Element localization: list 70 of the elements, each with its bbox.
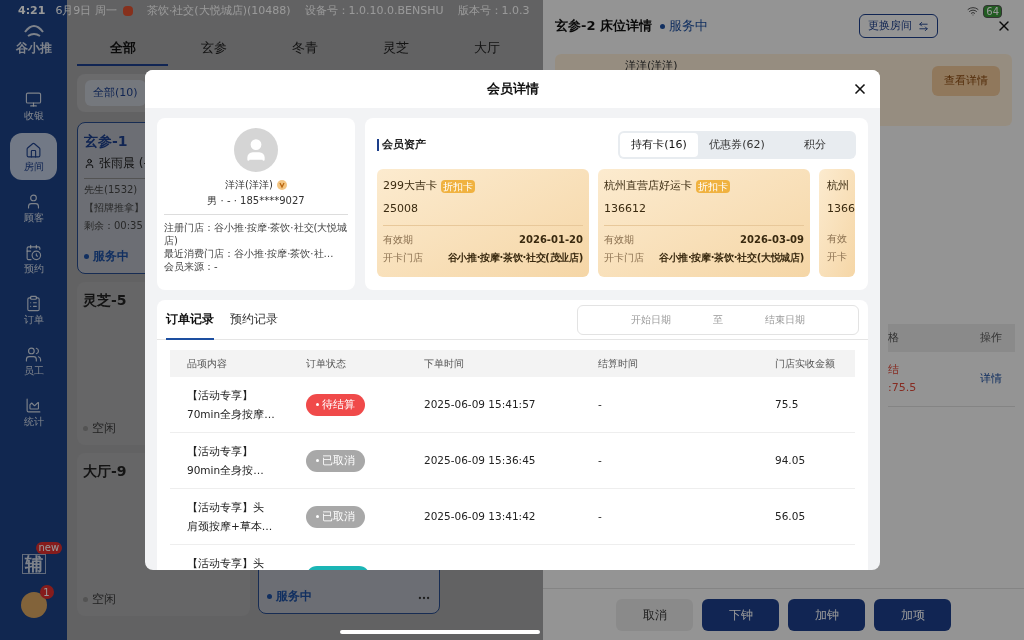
status-badge: 已取消: [306, 505, 365, 528]
order-time: 2025-06-09 13:41:42: [424, 508, 537, 524]
member-info: 男 · - · 185****9027: [207, 194, 305, 208]
settle-time: -: [598, 508, 603, 524]
settle-time: -: [598, 396, 603, 412]
item-name: 70min全身按摩…: [187, 407, 276, 422]
drawer-title: 玄参-2 床位详情: [555, 17, 652, 36]
amount: 94.05: [775, 452, 807, 468]
section-title: 会员资产: [377, 139, 426, 151]
card-tag: 折扣卡: [441, 179, 475, 193]
room-name: 大厅-9: [83, 462, 127, 481]
column-header: 门店实收金额: [775, 357, 836, 371]
card-number: 25008: [383, 201, 418, 215]
item-name: 【活动专享】头: [187, 556, 265, 570]
room-detail: 剩余：00:35: [84, 219, 143, 233]
field-label: 开卡: [827, 249, 847, 264]
column-header: 格: [888, 329, 900, 346]
room-status: 服务中: [93, 248, 129, 265]
order-time: 2025-06-09 15:36:45: [424, 452, 537, 468]
clock: 4:21: [18, 2, 46, 19]
card-tag: 折扣卡: [696, 179, 730, 193]
order-time: 2025-06-09 15:41:57: [424, 396, 537, 412]
field-label: 开卡门店: [383, 250, 423, 265]
field-label: 有效期: [383, 232, 413, 247]
field-label: 开卡门店: [604, 250, 644, 265]
column-header: 操作: [978, 329, 1003, 346]
member-detail: 注册门店：谷小推·按摩·茶饮·社交(大悦城店): [164, 221, 348, 247]
member-name: 洋洋(洋洋): [225, 178, 273, 192]
column-header: 下单时间: [424, 357, 465, 371]
order-amount: :75.5: [888, 380, 918, 396]
new-badge: new: [35, 542, 63, 554]
card-name: 杭州: [827, 178, 849, 194]
member-detail: 最近消费门店：谷小推·按摩·茶饮·社…: [164, 247, 335, 260]
status-badge: 已取消: [306, 449, 365, 472]
field-label: 有效: [827, 231, 847, 246]
status-badge: 待结算: [306, 393, 365, 416]
amount: 75.5: [775, 396, 800, 412]
room-detail: 【招牌推拿】: [84, 201, 144, 215]
logo-text: 谷小推: [15, 42, 52, 54]
field-label: 有效期: [604, 232, 634, 247]
card-store: 谷小推·按摩·茶饮·社交(茂业店): [447, 250, 583, 265]
column-header: 结算时间: [598, 357, 639, 371]
item-name: 【活动专享】头: [187, 500, 265, 515]
card-store: 谷小推·按摩·茶饮·社交(大悦城店): [658, 250, 804, 265]
member-detail: 会员来源：-: [164, 260, 219, 273]
item-name: 90min全身按…: [187, 463, 265, 478]
room-status: 空闲: [92, 420, 116, 437]
expiry-date: 2026-03-09: [740, 232, 804, 247]
drawer-status: 服务中: [668, 17, 708, 36]
item-name: 【活动专享】: [187, 444, 254, 459]
item-name: 肩颈按摩+草本…: [187, 519, 274, 534]
room-name: 灵芝-5: [83, 291, 127, 310]
expiry-date: 2026-01-20: [519, 232, 583, 247]
dialog-title: 会员详情: [486, 80, 539, 99]
column-header: 订单状态: [306, 357, 347, 371]
amount: 56.05: [775, 508, 807, 524]
room-status: 服务中: [276, 588, 312, 605]
card-number: 1366: [827, 201, 855, 215]
item-name: 【活动专享】: [187, 388, 254, 403]
room-detail: 先生(1532): [84, 183, 138, 197]
column-header: 品项内容: [186, 357, 228, 371]
member-name: 洋洋(洋洋): [625, 58, 678, 74]
notification-badge: 1: [39, 585, 54, 599]
room-status: 空闲: [92, 591, 116, 608]
room-name: 玄参-1: [84, 132, 128, 151]
order-status: 结: [888, 362, 900, 378]
card-name: 杭州直营店好运卡: [604, 178, 692, 194]
settle-time: -: [598, 452, 603, 468]
card-number: 136612: [604, 201, 646, 215]
card-name: 299大吉卡: [383, 178, 437, 194]
